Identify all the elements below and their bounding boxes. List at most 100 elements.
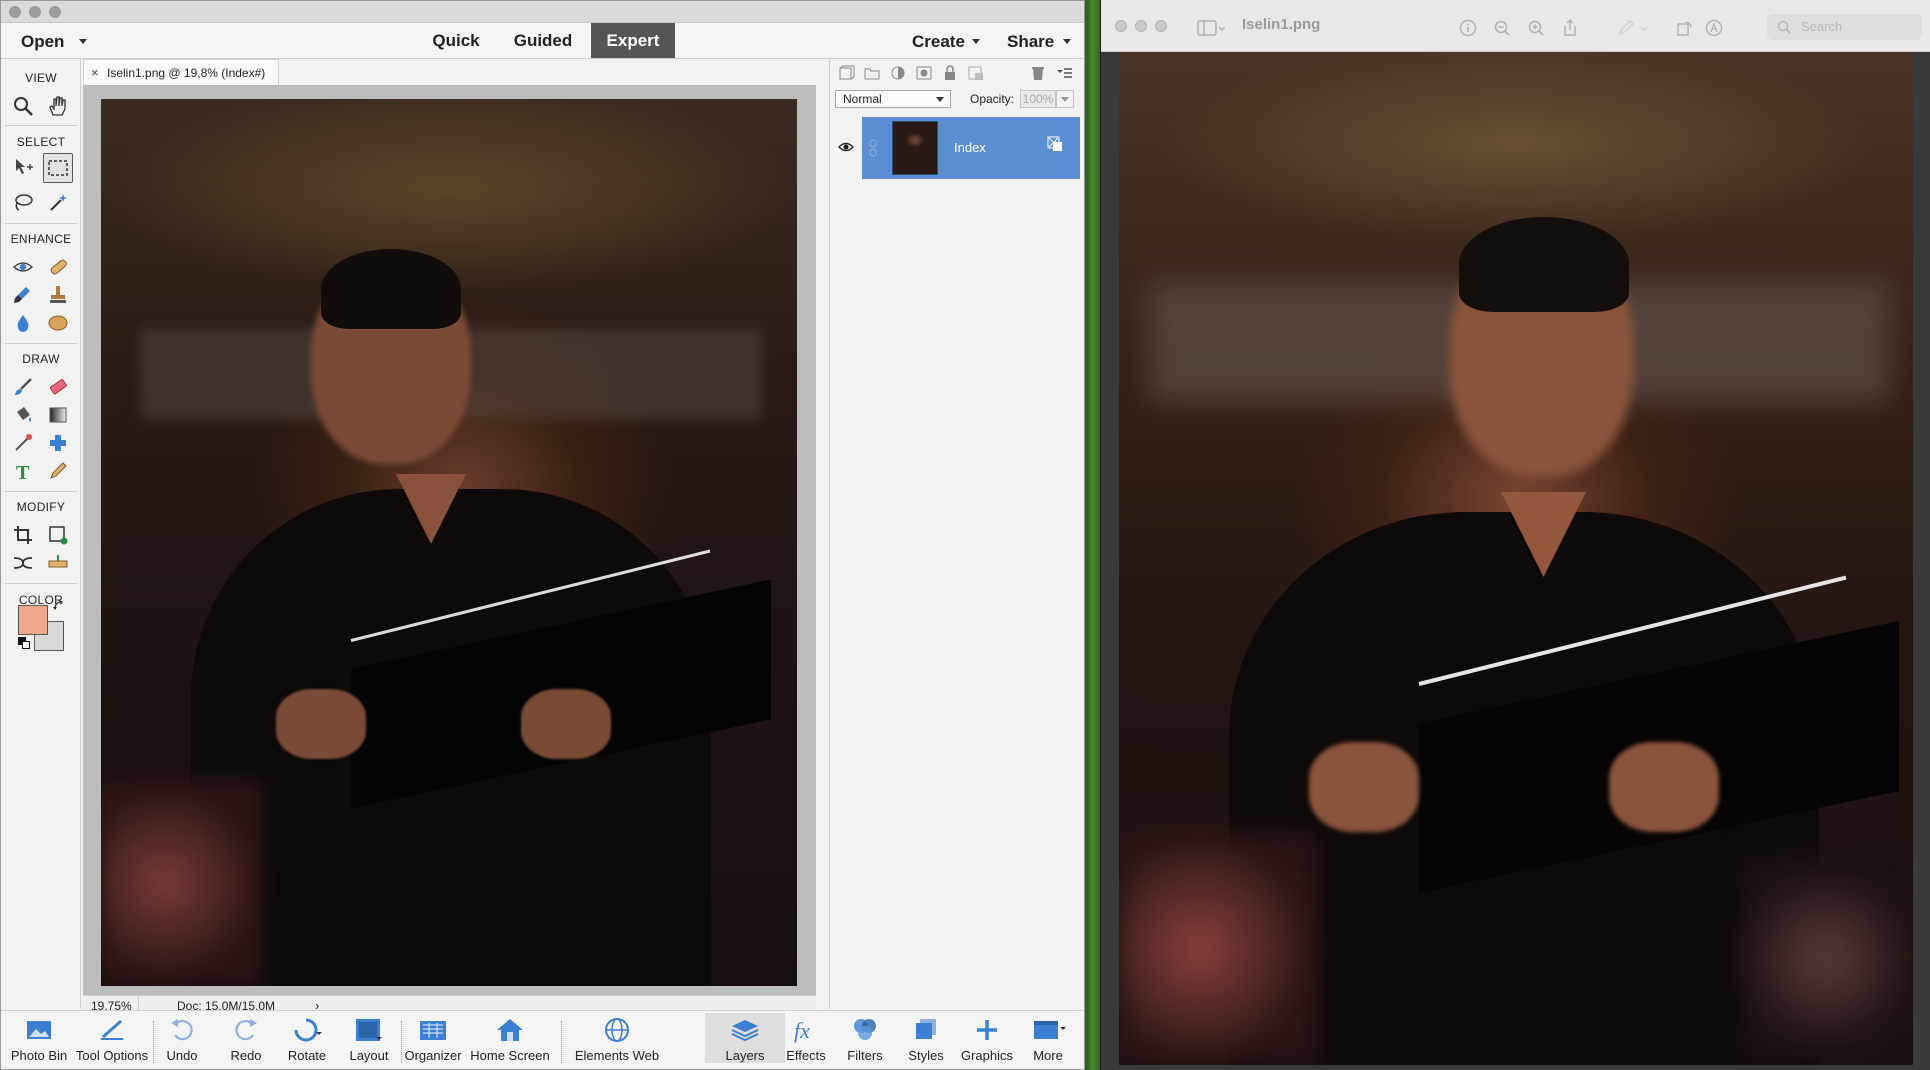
swap-colors-icon[interactable]	[53, 599, 65, 611]
smart-brush-icon[interactable]	[8, 280, 38, 310]
minimize-window-button[interactable]	[1135, 20, 1147, 32]
share-icon[interactable]	[1561, 19, 1579, 37]
lasso-tool-icon[interactable]	[8, 187, 38, 217]
zoom-out-icon[interactable]	[1493, 19, 1511, 37]
tool-options-button[interactable]: Tool Options	[72, 1017, 152, 1063]
share-menu[interactable]: Share	[1001, 23, 1081, 58]
sponge-tool-icon[interactable]	[43, 308, 73, 338]
zoom-window-button[interactable]	[1155, 20, 1167, 32]
chevron-down-icon[interactable]	[1639, 19, 1649, 37]
hand-tool-icon[interactable]	[43, 91, 73, 121]
link-icon[interactable]	[868, 139, 878, 157]
blur-tool-icon[interactable]	[8, 308, 38, 338]
close-window-button[interactable]	[1115, 20, 1127, 32]
pencil-tool-icon[interactable]	[43, 456, 73, 486]
lock-icon[interactable]	[941, 64, 959, 82]
type-tool-icon[interactable]: T	[8, 456, 38, 486]
document-tab[interactable]: × Iselin1.png @ 19,8% (Index#)	[83, 59, 279, 85]
layer-type-icon	[1047, 136, 1062, 151]
lock-transparent-icon[interactable]	[967, 64, 985, 82]
foreground-color-swatch[interactable]	[18, 605, 48, 635]
layer-row-index[interactable]: Index	[862, 117, 1080, 179]
chevron-down-icon	[1063, 39, 1071, 44]
layers-label: Layers	[725, 1048, 765, 1063]
gradient-tool-icon[interactable]	[43, 400, 73, 430]
opacity-dropdown[interactable]	[1056, 90, 1074, 108]
mode-quick[interactable]: Quick	[421, 23, 491, 58]
opacity-field[interactable]: 100%	[1020, 90, 1056, 108]
graphics-label: Graphics	[960, 1048, 1014, 1063]
canvas-area[interactable]	[83, 85, 816, 995]
photo-bin-label: Photo Bin	[10, 1048, 68, 1063]
content-aware-move-icon[interactable]	[8, 548, 38, 578]
organizer-button[interactable]: Organizer	[393, 1017, 473, 1063]
new-group-icon[interactable]	[863, 64, 881, 82]
tool-options-icon	[101, 1019, 123, 1040]
section-modify-label: MODIFY	[16, 500, 66, 514]
search-input[interactable]: Search	[1767, 14, 1922, 40]
clone-stamp-icon[interactable]	[43, 280, 73, 310]
toolbox: VIEW SELECT ENHANCE DRAW T MODIFY COLOR	[1, 59, 81, 1009]
opacity-label: Opacity:	[970, 92, 1015, 106]
straighten-tool-icon[interactable]	[43, 548, 73, 578]
rectangular-marquee-tool-icon[interactable]	[43, 153, 73, 183]
new-layer-icon[interactable]	[837, 64, 855, 82]
sidebar-toggle-icon[interactable]	[1197, 19, 1225, 37]
photo-bin-button[interactable]: Photo Bin	[1, 1017, 79, 1063]
open-menu[interactable]: Open	[1, 23, 91, 58]
blend-mode-select[interactable]: Normal	[835, 90, 951, 108]
more-button[interactable]: More	[1008, 1017, 1084, 1063]
toolbox-divider	[5, 223, 77, 224]
chevron-down-icon	[972, 39, 980, 44]
paint-bucket-icon[interactable]	[8, 400, 38, 430]
custom-shape-icon[interactable]	[43, 428, 73, 458]
adjustment-layer-icon[interactable]	[889, 64, 907, 82]
recompose-tool-icon[interactable]	[43, 520, 73, 550]
redo-icon	[235, 1019, 257, 1041]
styles-icon	[916, 1019, 936, 1039]
spot-healing-brush-icon[interactable]	[43, 252, 73, 282]
magic-wand-tool-icon[interactable]	[43, 187, 73, 217]
mode-guided[interactable]: Guided	[501, 23, 585, 58]
zoom-tool-icon[interactable]	[8, 91, 38, 121]
rotate-icon[interactable]	[1675, 19, 1693, 37]
mode-expert[interactable]: Expert	[591, 23, 675, 58]
markup-icon[interactable]	[1705, 19, 1723, 37]
brush-tool-icon[interactable]	[8, 372, 38, 402]
document-tab-title: Iselin1.png @ 19,8% (Index#)	[107, 66, 266, 80]
elements-web-button[interactable]: Elements Web	[567, 1017, 667, 1063]
crop-tool-icon[interactable]	[8, 520, 38, 550]
document-photo[interactable]	[101, 99, 797, 986]
section-draw-label: DRAW	[22, 352, 60, 366]
close-window-button[interactable]	[9, 6, 21, 18]
redo-label: Redo	[230, 1048, 262, 1063]
layer-name[interactable]: Index	[954, 140, 986, 155]
create-menu-label: Create	[912, 32, 965, 51]
preview-image[interactable]	[1119, 52, 1913, 1065]
info-icon[interactable]	[1459, 19, 1477, 37]
panel-menu-icon[interactable]	[1055, 64, 1073, 82]
blend-mode-value: Normal	[843, 92, 882, 106]
zoom-in-icon[interactable]	[1527, 19, 1545, 37]
close-tab-icon[interactable]: ×	[91, 65, 99, 80]
svg-text:T: T	[16, 462, 30, 482]
layers-panel: Normal Opacity: 100% Index	[829, 59, 1084, 1009]
home-screen-button[interactable]: Home Screen	[464, 1017, 556, 1063]
default-colors-icon[interactable]	[18, 637, 30, 649]
organizer-icon	[420, 1021, 446, 1040]
home-icon	[497, 1019, 523, 1041]
move-tool-icon[interactable]	[8, 153, 38, 183]
zoom-window-button[interactable]	[49, 6, 61, 18]
markup-pen-icon[interactable]	[1617, 19, 1635, 37]
eraser-tool-icon[interactable]	[43, 372, 73, 402]
create-menu[interactable]: Create	[906, 23, 986, 58]
layer-mask-icon[interactable]	[915, 64, 933, 82]
bottom-divider	[561, 1021, 562, 1063]
filters-icon	[854, 1019, 876, 1040]
elements-web-label: Elements Web	[574, 1048, 660, 1063]
eyedropper-icon[interactable]	[8, 428, 38, 458]
trash-icon[interactable]	[1029, 64, 1047, 82]
red-eye-tool-icon[interactable]	[8, 252, 38, 282]
minimize-window-button[interactable]	[29, 6, 41, 18]
eye-icon[interactable]	[838, 141, 854, 153]
